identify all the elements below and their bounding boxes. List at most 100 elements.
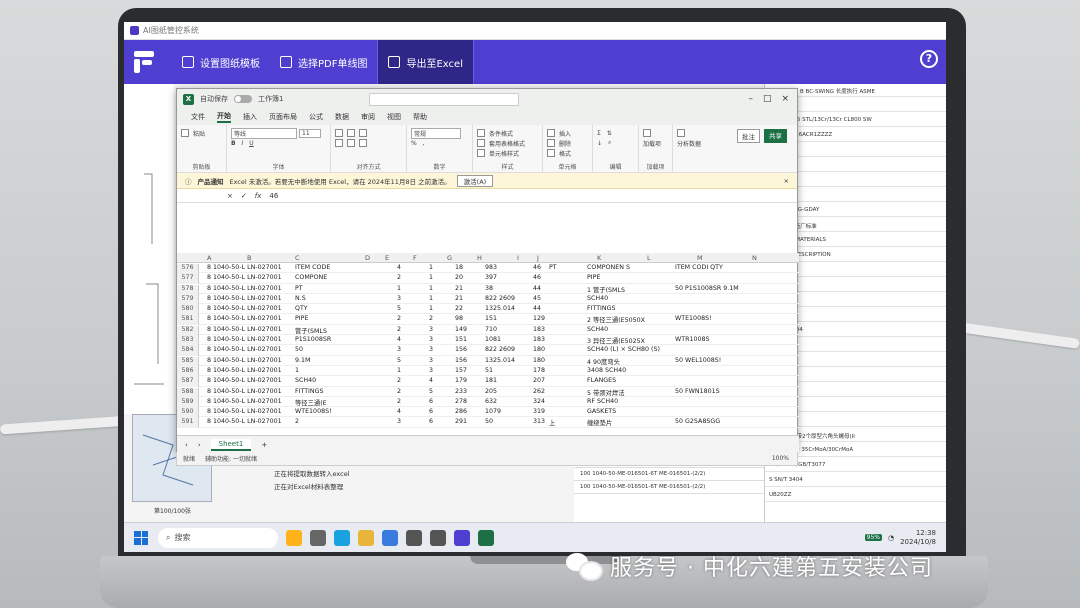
cell[interactable]: 1 管子(SMLS bbox=[587, 285, 625, 294]
widget-icon[interactable] bbox=[286, 529, 302, 546]
cell[interactable]: 8 1040-50-L LN-027001 bbox=[207, 377, 282, 384]
spreadsheet-grid[interactable]: ABCDEFGHIJKLMN 576 8 1040-50-L LN-027001 I… bbox=[177, 253, 799, 435]
cell[interactable]: 20 bbox=[455, 274, 463, 281]
excel-taskbar-icon[interactable] bbox=[478, 529, 494, 546]
comment-button[interactable]: 批注 bbox=[737, 129, 760, 143]
find-icon[interactable]: ⌕ bbox=[608, 139, 611, 147]
cell[interactable]: 8 1040-50-L LN-027001 bbox=[207, 305, 282, 312]
bold-icon[interactable]: B bbox=[231, 140, 236, 147]
cell[interactable]: 50 WEL1008S! bbox=[675, 357, 721, 364]
status-accessibility[interactable]: 辅助功能: 一切就绪 bbox=[205, 454, 257, 463]
cell[interactable]: 98 bbox=[455, 315, 463, 322]
cell[interactable]: 156 bbox=[455, 346, 467, 353]
cell[interactable]: 156 bbox=[455, 357, 467, 364]
cell[interactable]: 983 bbox=[485, 264, 497, 271]
column-header[interactable]: C bbox=[295, 254, 300, 262]
column-header[interactable]: G bbox=[447, 254, 452, 262]
cell[interactable]: 8 1040-50-L LN-027001 bbox=[207, 295, 282, 302]
percent-icon[interactable]: % bbox=[411, 140, 417, 147]
menu-tab[interactable]: 审阅 bbox=[361, 112, 375, 122]
cell[interactable]: WTE1008S! bbox=[675, 315, 712, 322]
cell[interactable]: 3408 SCH40 bbox=[587, 367, 626, 374]
taskbar-search[interactable]: ⌕ 搜索 bbox=[158, 527, 278, 548]
cell[interactable]: 5 bbox=[397, 305, 401, 312]
cell[interactable]: 8 1040-50-L LN-027001 bbox=[207, 367, 282, 374]
cell[interactable]: 1 bbox=[295, 367, 299, 374]
cell[interactable]: 710 bbox=[485, 326, 497, 333]
cell[interactable]: 6 bbox=[429, 408, 433, 415]
activate-button[interactable]: 激活(A) bbox=[456, 174, 494, 187]
cell[interactable]: 180 bbox=[533, 357, 545, 364]
store-icon[interactable] bbox=[406, 529, 422, 546]
cell[interactable]: 22 bbox=[455, 305, 463, 312]
menu-tab[interactable]: 视图 bbox=[387, 112, 401, 122]
cell[interactable]: 822 2609 bbox=[485, 295, 515, 302]
cell[interactable]: 4 bbox=[397, 264, 401, 271]
cell[interactable]: 44 bbox=[533, 285, 541, 292]
cell[interactable]: SCH40 bbox=[587, 295, 608, 302]
add-sheet-icon[interactable]: + bbox=[261, 441, 267, 449]
select-pdf-button[interactable]: 选择PDF单线图 bbox=[270, 40, 377, 84]
cell[interactable]: 1 bbox=[429, 274, 433, 281]
addins-button[interactable] bbox=[643, 128, 668, 138]
cell[interactable]: 8 1040-50-L LN-027001 bbox=[207, 346, 282, 353]
autosave-toggle[interactable] bbox=[234, 95, 252, 103]
cell[interactable]: 8 1040-50-L LN-027001 bbox=[207, 408, 282, 415]
cell[interactable]: 1 bbox=[429, 264, 433, 271]
maximize-icon[interactable]: □ bbox=[763, 94, 772, 104]
cell[interactable]: 183 bbox=[533, 336, 545, 343]
menu-tab[interactable]: 开始 bbox=[217, 111, 231, 123]
cell[interactable]: 缠绕垫片 bbox=[587, 418, 612, 427]
wifi-icon[interactable]: ◔ bbox=[888, 534, 894, 542]
cell[interactable]: 3 bbox=[429, 346, 433, 353]
cell[interactable]: 5 bbox=[429, 388, 433, 395]
cell[interactable]: 2 bbox=[397, 274, 401, 281]
cell[interactable]: 44 bbox=[533, 305, 541, 312]
cell[interactable]: 2 bbox=[429, 315, 433, 322]
cell[interactable]: FITTINGS bbox=[587, 305, 616, 312]
cell[interactable]: 1325.014 bbox=[485, 305, 515, 312]
cell[interactable]: 21 bbox=[455, 285, 463, 292]
cell[interactable]: 51 bbox=[485, 367, 493, 374]
cell[interactable]: 3 bbox=[397, 346, 401, 353]
cell[interactable]: 18 bbox=[455, 264, 463, 271]
align-left-icon[interactable] bbox=[335, 139, 343, 147]
cell[interactable]: 8 1040-50-L LN-027001 bbox=[207, 264, 282, 271]
column-header[interactable]: M bbox=[697, 254, 703, 262]
cell[interactable]: 管子(SMLS bbox=[295, 326, 327, 335]
cell[interactable]: 2 bbox=[397, 398, 401, 405]
confirm-icon[interactable]: ✓ bbox=[241, 192, 247, 200]
cell[interactable]: 46 bbox=[533, 264, 541, 271]
underline-icon[interactable]: U bbox=[249, 140, 253, 147]
cell[interactable]: 50 P1S1008SR 9.1M bbox=[675, 285, 739, 292]
cell[interactable]: 278 bbox=[455, 398, 467, 405]
file-explorer-icon[interactable] bbox=[358, 529, 374, 546]
cell[interactable]: 291 bbox=[455, 418, 467, 425]
column-header[interactable]: E bbox=[385, 254, 389, 262]
cell[interactable]: 1 bbox=[429, 305, 433, 312]
cell[interactable]: 2 bbox=[397, 315, 401, 322]
column-header[interactable]: D bbox=[365, 254, 370, 262]
cell[interactable]: 2 bbox=[397, 377, 401, 384]
cell[interactable]: 3 bbox=[429, 357, 433, 364]
cell[interactable]: 50 FWN1801S bbox=[675, 388, 720, 395]
cell[interactable]: 50 bbox=[485, 418, 493, 425]
sheet-tab[interactable]: Sheet1 bbox=[210, 438, 252, 451]
cell[interactable]: 632 bbox=[485, 398, 497, 405]
cell[interactable]: 151 bbox=[455, 336, 467, 343]
cell[interactable]: 38 bbox=[485, 285, 493, 292]
formula-input[interactable]: 46 bbox=[269, 192, 278, 200]
cell[interactable]: 233 bbox=[455, 388, 467, 395]
cell[interactable]: 179 bbox=[455, 377, 467, 384]
cell[interactable]: 5 带颈对焊法 bbox=[587, 388, 625, 397]
merge-icon[interactable] bbox=[359, 139, 367, 147]
cell[interactable]: 上 bbox=[549, 418, 555, 427]
column-header[interactable]: B bbox=[247, 254, 251, 262]
cell[interactable]: WTE1008S! bbox=[295, 408, 332, 415]
cell[interactable]: 313 bbox=[533, 418, 545, 425]
cell[interactable]: 181 bbox=[485, 377, 497, 384]
cell[interactable]: 1079 bbox=[485, 408, 501, 415]
cell[interactable]: 2 bbox=[397, 388, 401, 395]
align-middle-icon[interactable] bbox=[347, 129, 355, 137]
cell[interactable]: 5 bbox=[397, 357, 401, 364]
